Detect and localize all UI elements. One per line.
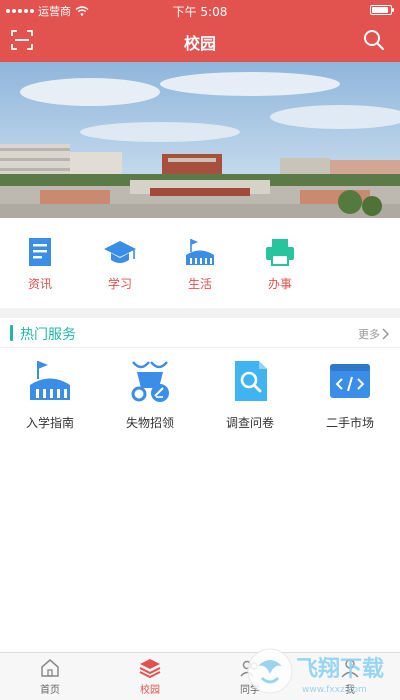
- hot-services-header: 热门服务 更多: [0, 318, 400, 348]
- quick-link-life[interactable]: 生活: [160, 218, 240, 308]
- scooter-icon: [131, 361, 169, 402]
- quick-link-news[interactable]: 资讯: [0, 218, 80, 308]
- tab-label: 首页: [40, 685, 60, 696]
- page-title: 校园: [183, 34, 216, 53]
- more-link[interactable]: 更多: [358, 326, 390, 342]
- section-accent-bar: [10, 325, 13, 341]
- tab-label: 校园: [140, 685, 160, 696]
- watermark-text: 飞翔下载: [296, 656, 384, 682]
- nav-bar: 校园: [0, 20, 400, 62]
- stadium-icon: [30, 361, 70, 400]
- search-icon[interactable]: [362, 28, 386, 52]
- document-search-icon: [235, 361, 267, 401]
- service-lost-and-found[interactable]: 失物招领: [100, 358, 200, 438]
- quick-links: 资讯 学习 生活 办事: [0, 218, 400, 308]
- stadium-icon: [186, 238, 214, 265]
- home-icon: [41, 659, 59, 677]
- campus-banner-image[interactable]: [0, 62, 400, 218]
- printer-icon: [266, 238, 294, 266]
- graduation-cap-icon: [104, 240, 136, 263]
- battery-fill: [372, 7, 388, 13]
- battery-icon: [370, 5, 394, 15]
- hot-services-title: 热门服务: [20, 327, 76, 343]
- service-label: 入学指南: [25, 416, 74, 430]
- service-label: 调查问卷: [225, 416, 274, 430]
- service-enrollment-guide[interactable]: 入学指南: [0, 358, 100, 438]
- watermark-logo: 飞翔下载 www.fxxz.com: [247, 648, 384, 695]
- quick-link-label: 学习: [107, 276, 132, 291]
- code-window-icon: [330, 364, 370, 398]
- hot-services-section: 热门服务 更多 入学指南 失物招领 调查问卷 二手市场: [0, 318, 400, 446]
- tab-home[interactable]: 首页: [0, 653, 100, 700]
- quick-link-label: 生活: [187, 276, 212, 291]
- status-time: 下午 5:08: [172, 5, 228, 19]
- status-bar: 运营商 下午 5:08: [0, 0, 400, 20]
- service-label: 失物招领: [125, 416, 174, 430]
- news-icon: [29, 237, 51, 266]
- service-label: 二手市场: [325, 416, 374, 430]
- hot-services-grid: 入学指南 失物招领 调查问卷 二手市场: [0, 358, 400, 438]
- service-survey[interactable]: 调查问卷: [200, 358, 300, 438]
- campus-photo: [0, 62, 400, 218]
- chevron-right-icon: [382, 328, 390, 340]
- layers-icon: [139, 659, 161, 679]
- quick-link-label: 办事: [267, 276, 292, 291]
- service-second-hand-market[interactable]: 二手市场: [300, 358, 400, 438]
- watermark-url: www.fxxz.com: [302, 685, 367, 695]
- quick-link-affairs[interactable]: 办事: [240, 218, 320, 308]
- tab-campus[interactable]: 校园: [100, 653, 200, 700]
- more-label: 更多: [358, 328, 380, 341]
- quick-link-study[interactable]: 学习: [80, 218, 160, 308]
- quick-link-label: 资讯: [27, 276, 52, 291]
- section-divider: [0, 308, 400, 318]
